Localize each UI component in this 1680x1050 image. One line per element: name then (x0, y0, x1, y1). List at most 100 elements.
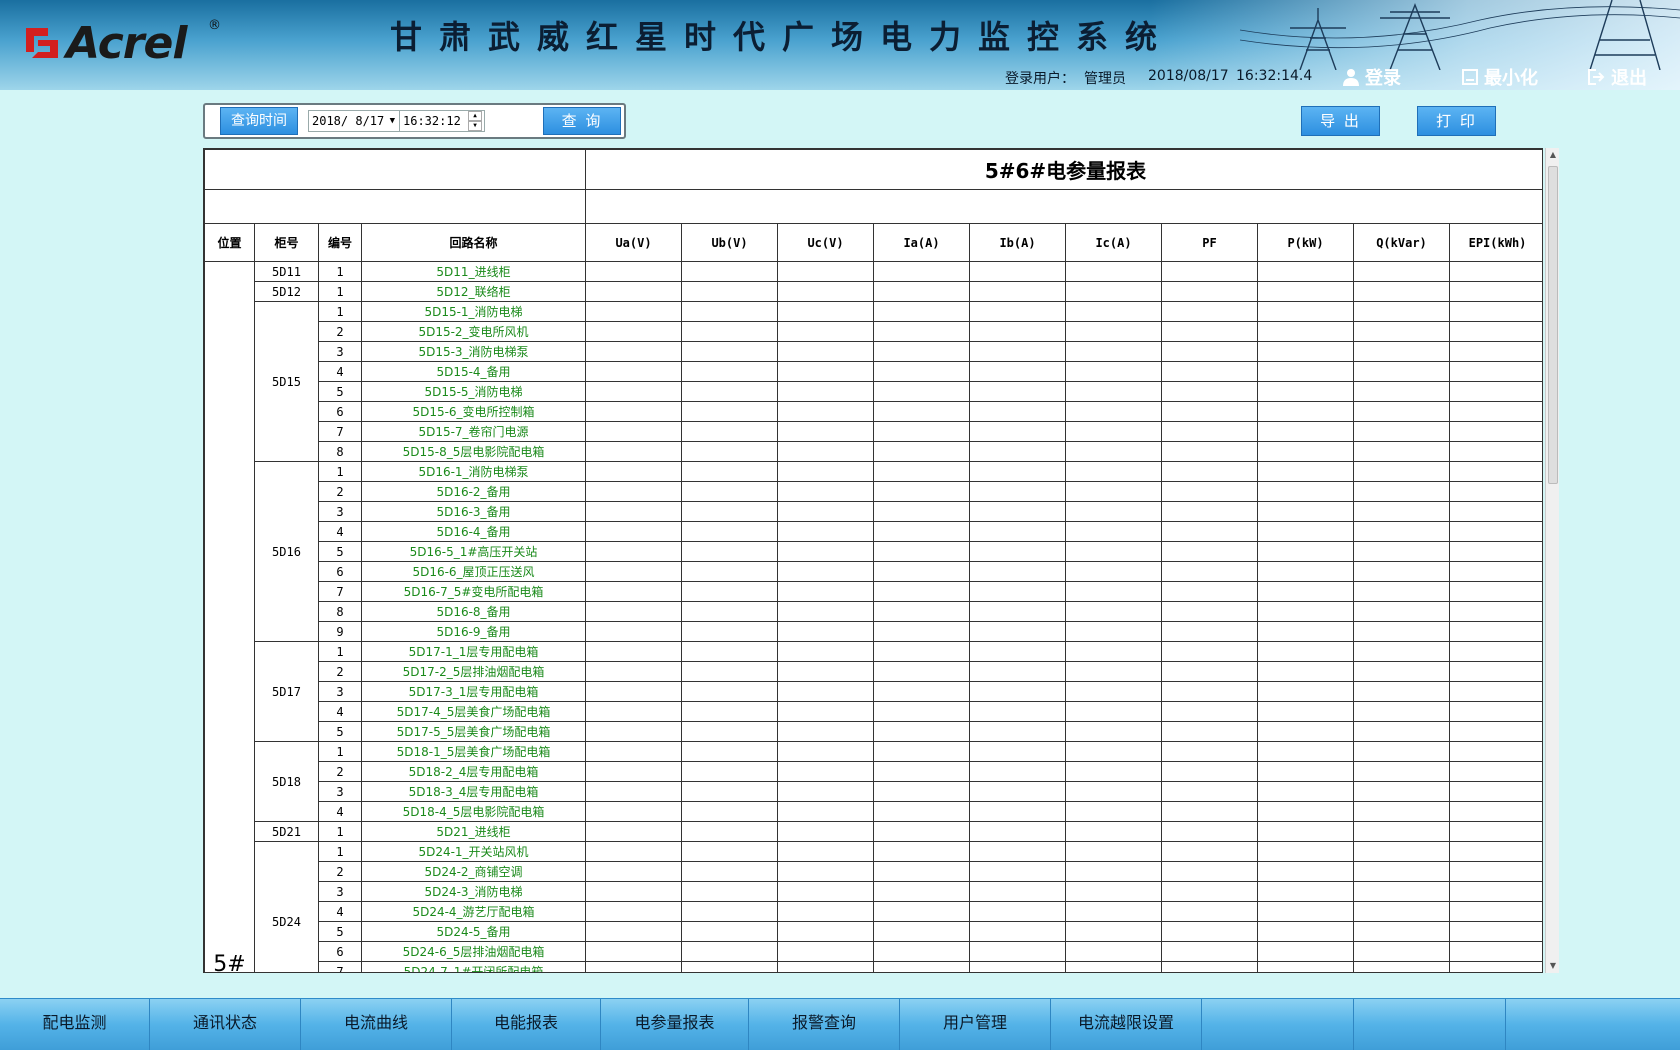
table-row: 4 5D15-4_备用 (205, 361, 1542, 382)
nav-item[interactable]: 电参量报表 (601, 999, 749, 1050)
value-cell (1161, 921, 1258, 942)
spin-down-icon[interactable]: ▼ (468, 121, 482, 131)
value-cell (681, 281, 778, 302)
value-cell (873, 601, 970, 622)
circuit-name-cell: 5D16-4_备用 (361, 521, 586, 542)
value-cell (969, 781, 1066, 802)
vertical-scrollbar[interactable]: ▲ ▼ (1545, 148, 1559, 973)
nav-item[interactable]: 报警查询 (749, 999, 900, 1050)
circuit-number-cell: 2 (318, 321, 362, 342)
value-cell (969, 741, 1066, 762)
value-cell (969, 601, 1066, 622)
value-cell (1257, 481, 1354, 502)
value-cell (681, 881, 778, 902)
value-cell (969, 401, 1066, 422)
value-cell (777, 861, 874, 882)
value-cell (1448, 581, 1542, 602)
circuit-number-cell: 1 (318, 261, 362, 282)
value-cell (873, 481, 970, 502)
value-cell (873, 701, 970, 722)
scroll-down-icon[interactable]: ▼ (1546, 959, 1560, 973)
value-cell (1353, 621, 1450, 642)
table-row: 8 5D15-8_5层电影院配电箱 (205, 441, 1542, 462)
value-cell (1448, 601, 1542, 622)
value-cell (1065, 641, 1162, 662)
value-cell (1161, 961, 1258, 972)
value-cell (681, 821, 778, 842)
value-cell (1257, 341, 1354, 362)
value-cell (1161, 801, 1258, 822)
chevron-down-icon[interactable]: ▼ (390, 111, 395, 131)
value-cell (777, 521, 874, 542)
minimize-button[interactable]: 最小化 (1462, 65, 1538, 89)
circuit-name-cell: 5D24-4_游艺厅配电箱 (361, 901, 586, 922)
table-row: 3 5D18-3_4层专用配电箱 (205, 781, 1542, 802)
query-time-button[interactable]: 查询时间 (220, 107, 298, 135)
value-cell (969, 841, 1066, 862)
value-cell (873, 441, 970, 462)
circuit-name-cell: 5D15-2_变电所风机 (361, 321, 586, 342)
circuit-number-cell: 3 (318, 781, 362, 802)
circuit-name-cell: 5D16-2_备用 (361, 481, 586, 502)
export-button[interactable]: 导 出 (1301, 106, 1380, 136)
value-cell (1448, 881, 1542, 902)
nav-item[interactable]: 用户管理 (900, 999, 1051, 1050)
value-cell (873, 901, 970, 922)
bottom-nav: 配电监测 通讯状态 电流曲线 电能报表 电参量报表 报警查询 用户管理 电流越限设置 (0, 998, 1680, 1050)
value-cell (585, 601, 682, 622)
value-cell (873, 561, 970, 582)
scroll-thumb[interactable] (1548, 166, 1558, 484)
value-cell (1065, 441, 1162, 462)
value-cell (1448, 781, 1542, 802)
value-cell (969, 441, 1066, 462)
cabinet-cell: 5D15 (254, 301, 319, 462)
query-button[interactable]: 查 询 (543, 107, 621, 135)
value-cell (681, 381, 778, 402)
nav-item[interactable]: 电流越限设置 (1051, 999, 1202, 1050)
nav-item[interactable]: 配电监测 (0, 999, 150, 1050)
value-cell (1353, 761, 1450, 782)
value-cell (873, 541, 970, 562)
time-picker[interactable]: 16:32:12 ▲ ▼ (400, 110, 485, 132)
value-cell (1161, 381, 1258, 402)
table-row: 7 5D15-7_卷帘门电源 (205, 421, 1542, 442)
nav-item[interactable]: 通讯状态 (150, 999, 301, 1050)
circuit-number-cell: 1 (318, 821, 362, 842)
value-cell (1161, 841, 1258, 862)
value-cell (1161, 421, 1258, 442)
value-cell (585, 641, 682, 662)
value-cell (681, 461, 778, 482)
nav-item[interactable]: 电流曲线 (301, 999, 452, 1050)
circuit-number-cell: 7 (318, 421, 362, 442)
value-cell (1065, 861, 1162, 882)
value-cell (681, 521, 778, 542)
minimize-icon (1462, 69, 1478, 85)
column-header: 位置 (204, 223, 255, 262)
value-cell (777, 541, 874, 562)
exit-icon (1588, 69, 1605, 85)
report-table-container: 5#6#电参量报表 位置 柜号 编号 回路名称 Ua(V) Ub(V) Uc(V) Ia(A)… (203, 148, 1543, 973)
scroll-up-icon[interactable]: ▲ (1546, 148, 1560, 162)
value-cell (585, 741, 682, 762)
date-picker[interactable]: 2018/ 8/17 ▼ (308, 110, 400, 132)
value-cell (585, 701, 682, 722)
circuit-name-cell: 5D16-6_屋顶正压送风 (361, 561, 586, 582)
exit-button[interactable]: 退出 (1587, 65, 1647, 89)
spin-up-icon[interactable]: ▲ (468, 111, 482, 121)
print-button[interactable]: 打 印 (1417, 106, 1496, 136)
value-cell (1161, 941, 1258, 962)
value-cell (585, 901, 682, 922)
circuit-number-cell: 2 (318, 661, 362, 682)
table-row: 7 5D16-7_5#变电所配电箱 (205, 581, 1542, 602)
login-button[interactable]: 登录 (1343, 65, 1401, 89)
value-cell (1448, 281, 1542, 302)
nav-item[interactable]: 电能报表 (452, 999, 601, 1050)
value-cell (777, 621, 874, 642)
value-cell (1257, 361, 1354, 382)
value-cell (777, 421, 874, 442)
value-cell (969, 801, 1066, 822)
table-row: 4 5D18-4_5层电影院配电箱 (205, 801, 1542, 822)
table-row: 5D15 1 5D15-1_消防电梯 (205, 301, 1542, 462)
exit-label: 退出 (1611, 68, 1647, 89)
circuit-number-cell: 4 (318, 521, 362, 542)
